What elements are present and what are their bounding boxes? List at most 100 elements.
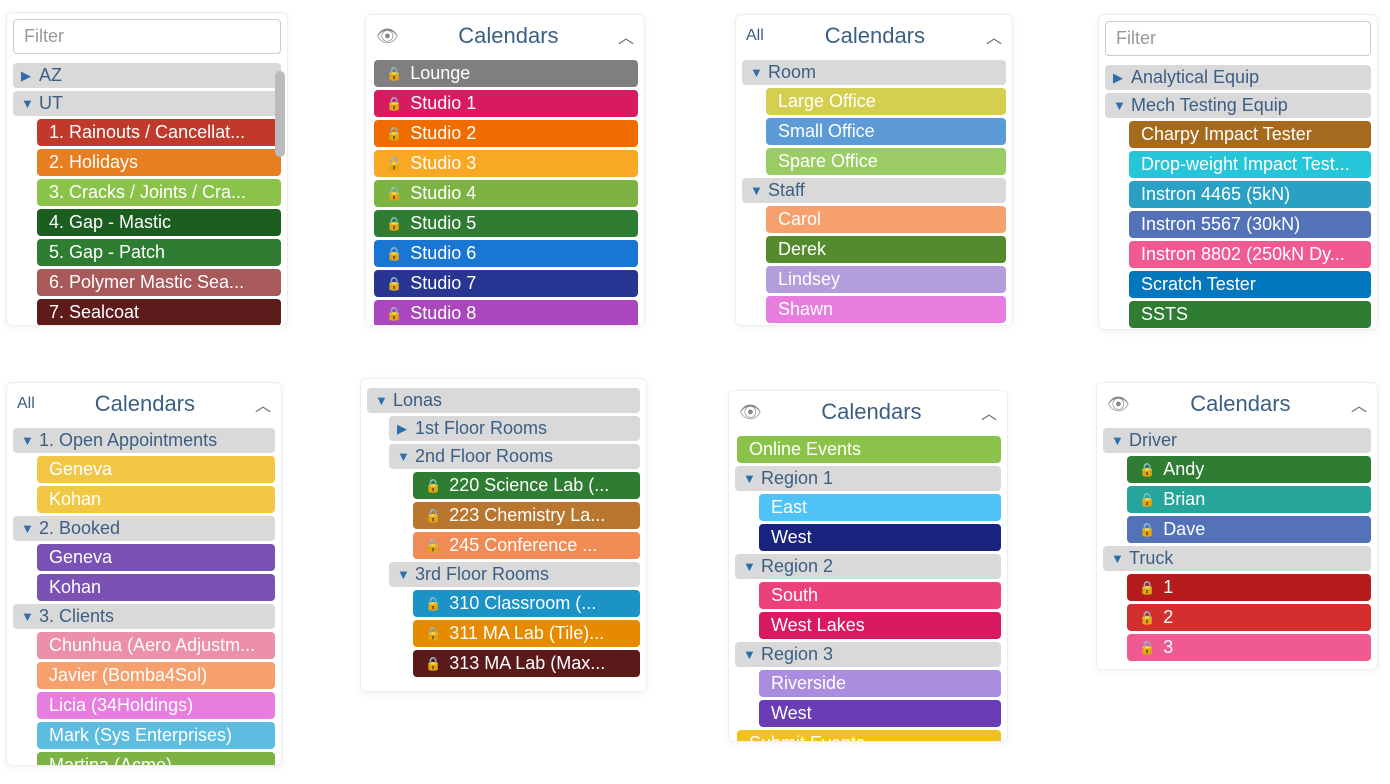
eye-icon[interactable]: 👁: [376, 26, 399, 47]
group-row[interactable]: ▼1. Open Appointments: [13, 428, 275, 453]
calendar-item[interactable]: Chunhua (Aero Adjustm...: [37, 632, 275, 659]
calendar-item[interactable]: 🔒Lounge: [374, 60, 638, 87]
calendar-item[interactable]: Instron 5567 (30kN): [1129, 211, 1371, 238]
calendar-item[interactable]: 5. Gap - Patch: [37, 239, 281, 266]
panel-header: All Calendars ︿: [736, 15, 1012, 57]
eye-icon[interactable]: 👁: [739, 402, 762, 423]
calendar-item-label: Studio 8: [410, 303, 476, 324]
calendar-item[interactable]: Shawn: [766, 296, 1006, 323]
calendar-item[interactable]: 🔒Studio 2: [374, 120, 638, 147]
calendar-item[interactable]: 🔒223 Chemistry La...: [413, 502, 640, 529]
calendar-item[interactable]: Geneva: [37, 456, 275, 483]
caret-down-icon: ▼: [743, 471, 757, 486]
calendar-item[interactable]: 🔒Studio 6: [374, 240, 638, 267]
calendar-item[interactable]: 🔒220 Science Lab (...: [413, 472, 640, 499]
calendar-item[interactable]: 🔒Andy: [1127, 456, 1371, 483]
calendar-item[interactable]: Drop-weight Impact Test...: [1129, 151, 1371, 178]
calendar-item[interactable]: 🔒3: [1127, 634, 1371, 661]
collapse-icon[interactable]: ︿: [981, 400, 997, 424]
caret-down-icon: ▼: [743, 559, 757, 574]
calendar-item[interactable]: 🔒Dave: [1127, 516, 1371, 543]
calendar-item[interactable]: Mark (Sys Enterprises): [37, 722, 275, 749]
group-row[interactable]: ▶Analytical Equip: [1105, 65, 1371, 90]
calendar-item[interactable]: 3. Cracks / Joints / Cra...: [37, 179, 281, 206]
calendar-item[interactable]: Carol: [766, 206, 1006, 233]
eye-icon[interactable]: 👁: [1107, 394, 1130, 415]
calendar-item[interactable]: Javier (Bomba4Sol): [37, 662, 275, 689]
scrollbar[interactable]: [275, 71, 285, 157]
calendar-item[interactable]: Online Events: [737, 436, 1001, 463]
calendar-item[interactable]: 🔒Studio 7: [374, 270, 638, 297]
calendar-item[interactable]: 🔒Studio 4: [374, 180, 638, 207]
calendar-item[interactable]: 🔒Studio 1: [374, 90, 638, 117]
calendar-item[interactable]: Small Office: [766, 118, 1006, 145]
calendar-item[interactable]: Instron 8802 (250kN Dy...: [1129, 241, 1371, 268]
group-row[interactable]: ▼Region 3: [735, 642, 1001, 667]
calendar-item[interactable]: 🔒311 MA Lab (Tile)...: [413, 620, 640, 647]
group-row[interactable]: ▶1st Floor Rooms: [389, 416, 640, 441]
calendar-item[interactable]: Submit Events: [737, 730, 1001, 742]
all-button[interactable]: All: [17, 395, 35, 413]
group-row[interactable]: ▼Truck: [1103, 546, 1371, 571]
group-row[interactable]: ▼2. Booked: [13, 516, 275, 541]
group-row[interactable]: ▼UT: [13, 91, 281, 116]
collapse-icon[interactable]: ︿: [1351, 392, 1367, 416]
calendar-item[interactable]: South: [759, 582, 1001, 609]
group-label: Staff: [768, 180, 805, 201]
calendar-item[interactable]: 1. Rainouts / Cancellat...: [37, 119, 281, 146]
calendar-item[interactable]: Scratch Tester: [1129, 271, 1371, 298]
all-button[interactable]: All: [746, 27, 764, 45]
calendar-item[interactable]: Lindsey: [766, 266, 1006, 293]
calendar-item[interactable]: Derek: [766, 236, 1006, 263]
calendar-item[interactable]: 🔒310 Classroom (...: [413, 590, 640, 617]
calendar-item[interactable]: West: [759, 700, 1001, 727]
calendar-item[interactable]: Licia (34Holdings): [37, 692, 275, 719]
calendar-item[interactable]: Spare Office: [766, 148, 1006, 175]
calendar-item[interactable]: Charpy Impact Tester: [1129, 121, 1371, 148]
calendar-item[interactable]: West: [759, 524, 1001, 551]
group-row[interactable]: ▼Region 2: [735, 554, 1001, 579]
group-row[interactable]: ▼3rd Floor Rooms: [389, 562, 640, 587]
calendar-item[interactable]: Riverside: [759, 670, 1001, 697]
calendar-item[interactable]: Geneva: [37, 544, 275, 571]
filter-input[interactable]: [13, 19, 281, 54]
calendar-item[interactable]: 🔒2: [1127, 604, 1371, 631]
calendar-item[interactable]: 🔒Studio 8: [374, 300, 638, 326]
group-row[interactable]: ▼Driver: [1103, 428, 1371, 453]
calendar-item-label: Scratch Tester: [1141, 274, 1256, 295]
calendar-item[interactable]: Kohan: [37, 574, 275, 601]
collapse-icon[interactable]: ︿: [618, 24, 634, 48]
calendar-item[interactable]: Instron 4465 (5kN): [1129, 181, 1371, 208]
group-row[interactable]: ▼3. Clients: [13, 604, 275, 629]
calendar-item[interactable]: SSTS: [1129, 301, 1371, 328]
calendar-item[interactable]: East: [759, 494, 1001, 521]
calendar-item[interactable]: Kohan: [37, 486, 275, 513]
calendar-item[interactable]: 🔒Studio 5: [374, 210, 638, 237]
group-row[interactable]: ▼Lonas: [367, 388, 640, 413]
calendar-item[interactable]: 4. Gap - Mastic: [37, 209, 281, 236]
calendar-item[interactable]: Large Office: [766, 88, 1006, 115]
calendar-item[interactable]: 🔒313 MA Lab (Max...: [413, 650, 640, 677]
calendar-item[interactable]: 2. Holidays: [37, 149, 281, 176]
calendar-item[interactable]: 7. Sealcoat: [37, 299, 281, 326]
filter-input[interactable]: [1105, 21, 1371, 56]
calendar-item[interactable]: West Lakes: [759, 612, 1001, 639]
calendar-item[interactable]: 6. Polymer Mastic Sea...: [37, 269, 281, 296]
calendar-item[interactable]: 🔒1: [1127, 574, 1371, 601]
calendar-item[interactable]: Martina (Acme): [37, 752, 275, 766]
panel-title: Calendars: [399, 23, 618, 49]
group-row[interactable]: ▼Mech Testing Equip: [1105, 93, 1371, 118]
group-row[interactable]: ▼ Region 1: [735, 466, 1001, 491]
collapse-icon[interactable]: ︿: [986, 24, 1002, 48]
calendar-item[interactable]: 🔒Studio 3: [374, 150, 638, 177]
calendar-item-label: SSTS: [1141, 304, 1188, 325]
group-label: Driver: [1129, 430, 1177, 451]
calendar-item[interactable]: 🔒Brian: [1127, 486, 1371, 513]
group-row[interactable]: ▶AZ: [13, 63, 281, 88]
group-row[interactable]: ▼Room: [742, 60, 1006, 85]
group-label: Region 1: [761, 468, 833, 489]
collapse-icon[interactable]: ︿: [255, 392, 271, 416]
group-row[interactable]: ▼2nd Floor Rooms: [389, 444, 640, 469]
calendar-item[interactable]: 🔒245 Conference ...: [413, 532, 640, 559]
group-row[interactable]: ▼Staff: [742, 178, 1006, 203]
